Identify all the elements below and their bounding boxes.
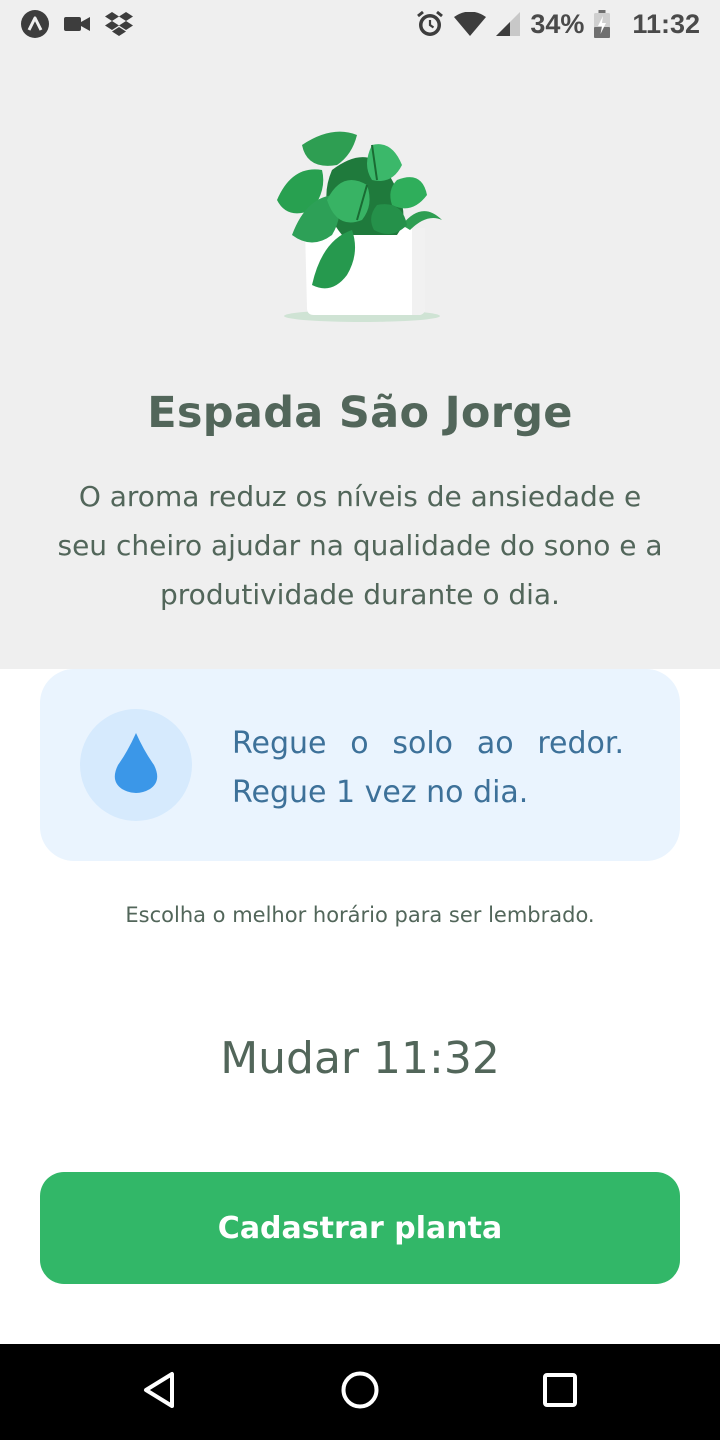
status-bar-left	[20, 9, 148, 39]
status-time: 11:32	[632, 8, 700, 39]
battery-charging-icon	[594, 10, 611, 38]
potted-plant-illustration	[262, 125, 458, 330]
back-button[interactable]	[120, 1352, 200, 1432]
dropbox-icon	[104, 11, 134, 37]
change-time-button[interactable]: Mudar 11:32	[160, 1024, 560, 1094]
video-camera-icon	[64, 14, 90, 34]
wifi-icon	[454, 12, 487, 36]
home-icon	[340, 1370, 380, 1414]
battery-percent: 34%	[530, 8, 585, 39]
tip-icon-container	[80, 709, 192, 821]
app-logo-icon	[20, 9, 50, 39]
back-icon	[140, 1370, 180, 1414]
watering-tip-card: Regue o solo ao redor. Regue 1 vez no di…	[40, 669, 680, 861]
plant-save-screen: 34% 11:32 Espada São Jorge O aroma reduz…	[0, 0, 720, 1440]
status-bar: 34% 11:32	[0, 0, 720, 48]
alarm-icon	[416, 10, 444, 38]
tip-word: ao	[476, 726, 514, 761]
tip-word: solo	[392, 726, 454, 761]
status-bar-right: 34% 11:32	[406, 9, 700, 40]
navigation-bar	[0, 1344, 720, 1440]
tip-word: Regue	[232, 726, 327, 761]
tip-text: Regue o solo ao redor. Regue 1 vez no di…	[232, 719, 624, 817]
recents-button[interactable]	[520, 1352, 600, 1432]
tip-line-1: Regue o solo ao redor.	[232, 719, 624, 768]
home-button[interactable]	[320, 1352, 400, 1432]
tip-word: o	[350, 726, 369, 761]
water-drop-icon	[114, 733, 158, 797]
cellular-signal-icon	[496, 12, 521, 36]
plant-description: O aroma reduz os níveis de ansiedade e s…	[57, 480, 663, 611]
alert-label: Escolha o melhor horário para ser lembra…	[125, 903, 595, 927]
tip-line-2: Regue 1 vez no dia.	[232, 775, 529, 810]
recents-icon	[542, 1372, 578, 1412]
plant-info-section: 34% 11:32 Espada São Jorge O aroma reduz…	[0, 0, 720, 669]
plant-name: Espada São Jorge	[147, 388, 573, 438]
tip-word: redor.	[537, 726, 624, 761]
register-plant-button[interactable]: Cadastrar planta	[40, 1172, 680, 1284]
